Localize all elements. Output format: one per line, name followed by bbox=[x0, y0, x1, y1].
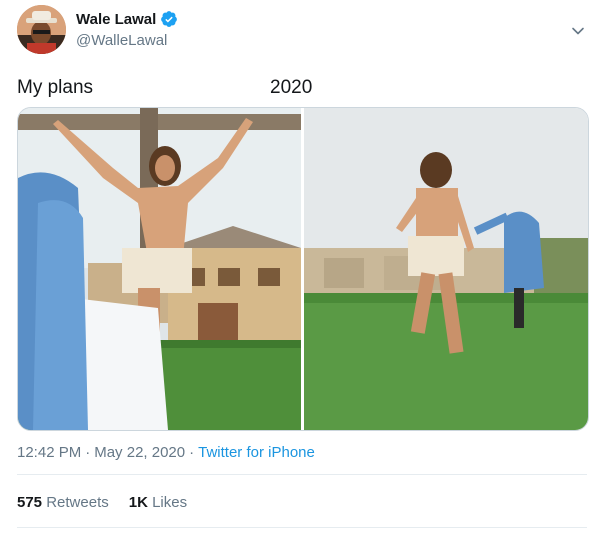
verified-badge-icon bbox=[161, 11, 178, 27]
divider bbox=[17, 474, 587, 475]
tweet-time[interactable]: 12:42 PM bbox=[17, 444, 81, 461]
author-name-text: Wale Lawal bbox=[76, 10, 157, 28]
tweet-text-right: 2020 bbox=[270, 77, 313, 98]
meta-separator: · bbox=[189, 444, 195, 461]
tweet-media[interactable] bbox=[17, 107, 589, 431]
avatar[interactable] bbox=[17, 5, 66, 54]
tweet-text-left: My plans bbox=[17, 77, 94, 98]
crucifixion-scene-image bbox=[18, 108, 301, 430]
likes-count: 1K bbox=[128, 494, 148, 511]
running-scene-image bbox=[304, 108, 588, 430]
likes-stat[interactable]: 1K Likes bbox=[129, 494, 187, 511]
author-display-name[interactable]: Wale Lawal bbox=[76, 10, 178, 28]
media-image-right[interactable] bbox=[304, 108, 588, 430]
retweets-label: Retweets bbox=[46, 494, 109, 511]
tweet-source-link[interactable]: Twitter for iPhone bbox=[198, 444, 315, 461]
retweets-count: 575 bbox=[17, 494, 43, 511]
meta-separator: · bbox=[85, 444, 91, 461]
likes-label: Likes bbox=[152, 494, 188, 511]
tweet-date[interactable]: May 22, 2020 bbox=[94, 444, 185, 461]
media-image-left[interactable] bbox=[18, 108, 301, 430]
retweets-stat[interactable]: 575 Retweets bbox=[17, 494, 109, 511]
tweet-meta: 12:42 PM · May 22, 2020 · Twitter for iP… bbox=[17, 444, 315, 461]
tweet-stats: 575 Retweets 1K Likes bbox=[17, 494, 187, 511]
chevron-down-icon[interactable] bbox=[570, 23, 586, 39]
divider bbox=[17, 527, 587, 528]
author-handle[interactable]: @WalleLawal bbox=[76, 32, 167, 49]
avatar-image bbox=[17, 5, 66, 54]
